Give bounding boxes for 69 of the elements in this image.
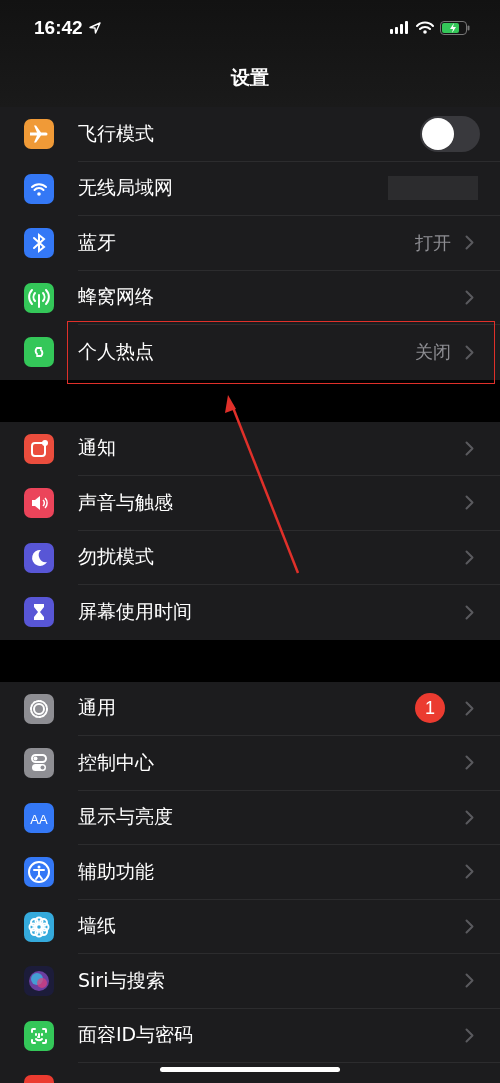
status-time: 16:42 — [34, 16, 83, 39]
settings-row[interactable]: 墙纸 — [0, 899, 500, 954]
row-label: 显示与亮度 — [78, 804, 173, 830]
settings-row[interactable]: Siri与搜索 — [0, 954, 500, 1009]
settings-row[interactable]: 无线局域网 — [0, 161, 500, 216]
chevron-icon — [465, 235, 474, 251]
text-icon: AA — [24, 802, 54, 833]
bluetooth-icon — [24, 228, 54, 259]
chevron-icon — [465, 809, 474, 825]
row-label: Siri与搜索 — [78, 967, 166, 993]
accessibility-icon — [24, 857, 54, 888]
chevron-icon — [465, 604, 474, 620]
settings-row[interactable]: 个人热点 关闭 — [0, 325, 500, 380]
chevron-icon — [465, 344, 474, 360]
row-label: 控制中心 — [78, 749, 154, 775]
wifi-icon — [24, 173, 54, 204]
chevron-icon — [465, 1027, 474, 1043]
chevron-icon — [465, 549, 474, 565]
row-label: 无线局域网 — [78, 175, 173, 201]
row-label: 屏幕使用时间 — [78, 599, 192, 625]
chevron-icon — [465, 700, 474, 716]
flower-icon — [24, 911, 54, 942]
row-label: 勿扰模式 — [78, 544, 154, 570]
row-label: 蓝牙 — [78, 229, 116, 255]
row-label: 通知 — [78, 435, 116, 461]
toggle-switch[interactable] — [420, 115, 480, 152]
chevron-icon — [465, 864, 474, 880]
settings-row[interactable]: 蜂窝网络 — [0, 270, 500, 325]
sounds-icon — [24, 488, 54, 519]
row-label: 墙纸 — [78, 913, 116, 939]
chevron-icon — [465, 440, 474, 456]
row-label: 声音与触感 — [78, 489, 173, 515]
airplane-icon — [24, 119, 54, 150]
notification-badge: 1 — [415, 693, 445, 724]
chevron-icon — [465, 755, 474, 771]
settings-row[interactable]: 屏幕使用时间 — [0, 585, 500, 640]
switches-icon — [24, 748, 54, 779]
settings-row[interactable]: 面容ID与密码 — [0, 1008, 500, 1063]
chevron-icon — [465, 973, 474, 989]
row-value: 打开 — [415, 230, 451, 255]
moon-icon — [24, 542, 54, 573]
settings-row[interactable]: 辅助功能 — [0, 845, 500, 900]
page-title: 设置 — [231, 65, 269, 90]
cellular-icon — [24, 282, 54, 313]
battery-icon — [440, 20, 470, 35]
signal-icon — [390, 21, 410, 34]
row-label: 蜂窝网络 — [78, 284, 154, 310]
notifications-icon — [24, 433, 54, 464]
row-label: 辅助功能 — [78, 858, 154, 884]
wifi-icon — [416, 21, 434, 34]
chevron-icon — [465, 495, 474, 511]
row-label: 通用 — [78, 695, 116, 721]
row-label: 飞行模式 — [78, 120, 154, 146]
chevron-icon — [465, 289, 474, 305]
row-value: 关闭 — [415, 340, 451, 365]
hourglass-icon — [24, 597, 54, 628]
row-label: 个人热点 — [78, 339, 154, 365]
settings-row[interactable]: 声音与触感 — [0, 476, 500, 531]
row-label: 面容ID与密码 — [78, 1022, 194, 1048]
settings-row[interactable]: 通知 — [0, 421, 500, 476]
settings-row[interactable]: 飞行模式 — [0, 107, 500, 162]
settings-row[interactable]: 蓝牙 打开 — [0, 216, 500, 271]
location-icon — [88, 21, 101, 34]
settings-row[interactable]: 勿扰模式 — [0, 530, 500, 585]
chevron-icon — [465, 918, 474, 934]
settings-row[interactable]: 通用 1 — [0, 681, 500, 736]
settings-row[interactable]: AA 显示与亮度 — [0, 790, 500, 845]
settings-row[interactable]: 控制中心 — [0, 736, 500, 791]
face-icon — [24, 1020, 54, 1051]
